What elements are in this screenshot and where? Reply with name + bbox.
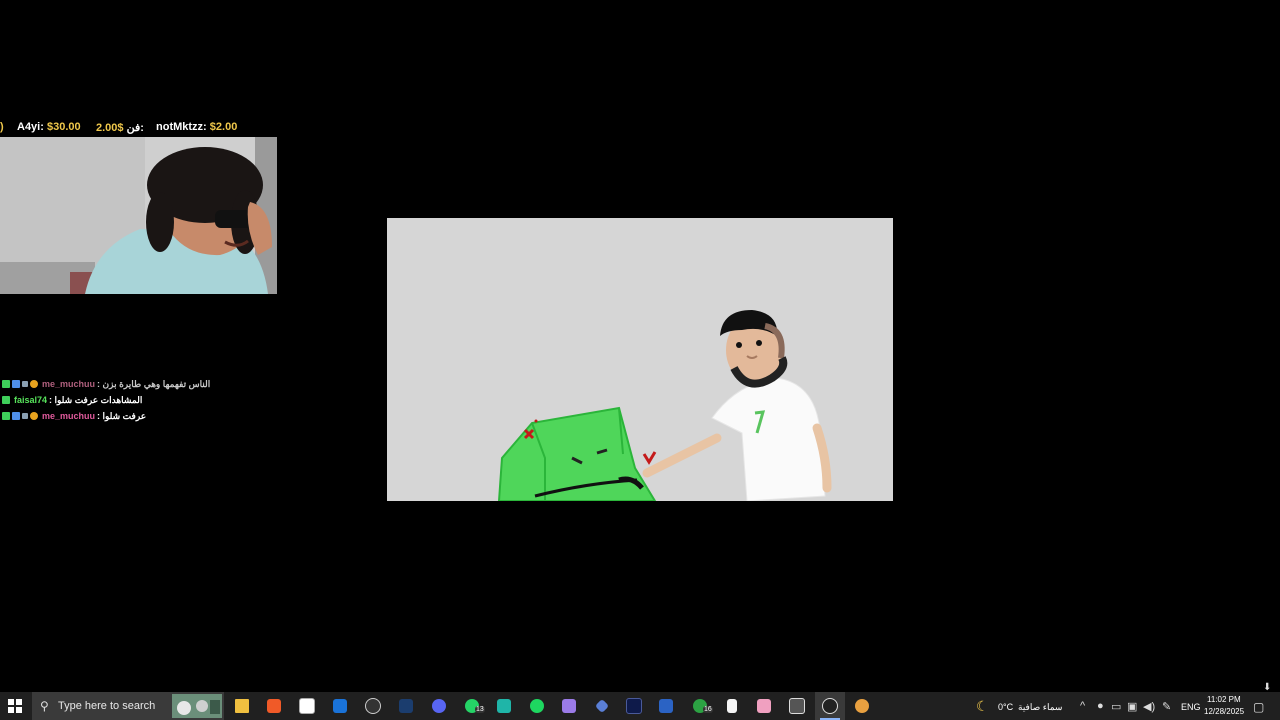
donor-name: A4yi: xyxy=(17,121,44,133)
pen-icon[interactable]: ✎ xyxy=(1162,700,1171,713)
store-icon[interactable] xyxy=(292,692,322,720)
outlook-icon[interactable] xyxy=(325,692,355,720)
whatsapp-badge: 13 xyxy=(475,706,485,713)
gamepad-icon[interactable] xyxy=(554,692,584,720)
notepad-icon[interactable] xyxy=(717,692,747,720)
taskbar: ⚲ Type here to search 13 16 ☾ 0°C سماء ص… xyxy=(0,692,1280,720)
chat-text: : المشاهدات عرفت شلوا xyxy=(49,394,143,405)
chat-message: me_muchuu : عرفت شلوا xyxy=(2,408,262,424)
moon-weather-icon: ☾ xyxy=(976,698,989,714)
clock-date[interactable]: 12/28/2025 xyxy=(1204,707,1244,716)
heart-badge-icon xyxy=(22,413,28,419)
spotify-icon[interactable] xyxy=(522,692,552,720)
clock-time[interactable]: 11:02 PM xyxy=(1207,695,1241,704)
volume-icon[interactable]: ◀) xyxy=(1143,700,1155,713)
file-explorer-icon[interactable] xyxy=(227,692,257,720)
bits-badge-icon xyxy=(30,380,38,388)
ticker-donation: A4yi: $30.00 xyxy=(17,121,81,133)
chat-text: : الناس تفهمها وهي طايرة بزن xyxy=(97,378,211,389)
webcam-image xyxy=(0,137,277,294)
discord-icon[interactable] xyxy=(424,692,454,720)
donation-amount: $30.00 xyxy=(46,121,81,133)
chat-username: me_muchuu xyxy=(42,379,96,389)
search-placeholder: Type here to search xyxy=(58,700,156,712)
terminal-icon[interactable] xyxy=(619,692,649,720)
steam-icon[interactable] xyxy=(391,692,421,720)
language-indicator[interactable]: ENG xyxy=(1181,702,1201,712)
weather-temp[interactable]: 0°C xyxy=(998,702,1013,712)
word-icon[interactable] xyxy=(651,692,681,720)
display-icon[interactable]: ▭ xyxy=(1111,700,1121,713)
notification-icon[interactable]: ▢ xyxy=(1253,700,1264,714)
chat-username: faisal74 xyxy=(14,395,48,405)
chat-text: : عرفت شلوا xyxy=(97,410,147,421)
donor-name: notMktzz: xyxy=(156,121,207,133)
search-icon: ⚲ xyxy=(40,699,49,713)
xbox-icon[interactable]: 16 xyxy=(685,692,715,720)
network-icon[interactable] xyxy=(587,692,617,720)
webcam-feed xyxy=(0,137,277,294)
capture-icon[interactable] xyxy=(782,692,812,720)
whatsapp-icon[interactable]: 13 xyxy=(457,692,487,720)
search-highlight-image xyxy=(172,694,222,718)
game-icon[interactable] xyxy=(847,692,877,720)
drawing-canvas[interactable] xyxy=(387,218,893,501)
donation-amount: 2.00$ xyxy=(96,122,124,134)
ticker-donation: 2.00$ فن: xyxy=(96,121,144,134)
microphone-icon[interactable]: ● xyxy=(1097,700,1104,712)
xbox-badge: 16 xyxy=(703,706,713,713)
ticker-donation: notMktzz: $2.00 xyxy=(156,121,237,133)
chevron-up-icon[interactable]: ^ xyxy=(1080,700,1085,712)
chat-username: me_muchuu xyxy=(42,411,96,421)
donation-ticker: ) A4yi: $30.00 2.00$ فن: notMktzz: $2.00 xyxy=(0,118,280,136)
network-tray-icon[interactable]: ▣ xyxy=(1127,700,1137,713)
donor-name: فن: xyxy=(126,122,144,134)
anime-app-icon[interactable] xyxy=(749,692,779,720)
obs-icon[interactable] xyxy=(815,692,845,720)
jump-icon[interactable] xyxy=(358,692,388,720)
sub-badge-icon xyxy=(2,412,10,420)
chat-message: faisal74 : المشاهدات عرفت شلوا xyxy=(2,392,262,408)
sub-badge-icon xyxy=(2,396,10,404)
vip-badge-icon xyxy=(12,412,20,420)
sub-badge-icon xyxy=(2,380,10,388)
vip-badge-icon xyxy=(12,380,20,388)
windows-start-icon[interactable] xyxy=(0,692,30,720)
chat-message: me_muchuu : الناس تفهمها وهي طايرة بزن xyxy=(2,376,262,392)
weather-text[interactable]: سماء صافية xyxy=(1018,702,1062,713)
tasks-icon[interactable] xyxy=(489,692,519,720)
ticker-cut-item: ) xyxy=(0,121,4,133)
chat-overlay: me_muchuu : الناس تفهمها وهي طايرة بزن f… xyxy=(2,376,262,424)
bits-badge-icon xyxy=(30,412,38,420)
brave-icon[interactable] xyxy=(259,692,289,720)
donation-amount: $2.00 xyxy=(209,121,238,133)
heart-badge-icon xyxy=(22,381,28,387)
cursor-icon: ⬇ xyxy=(1263,682,1272,693)
search-box[interactable]: ⚲ Type here to search xyxy=(32,692,224,720)
drawing-image xyxy=(497,310,832,501)
